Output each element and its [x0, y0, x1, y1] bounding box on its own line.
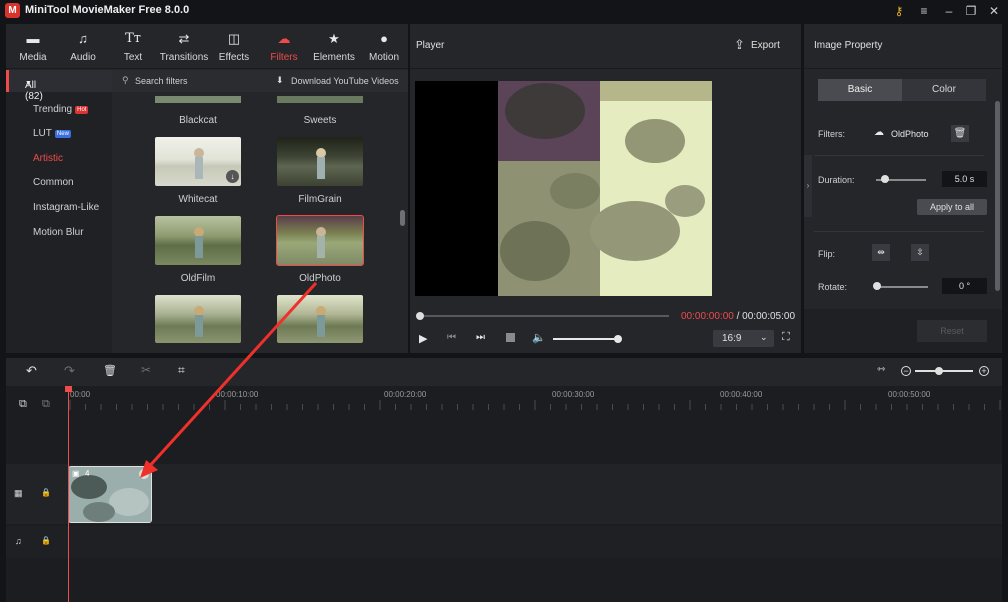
- annotation-arrow: [140, 281, 318, 478]
